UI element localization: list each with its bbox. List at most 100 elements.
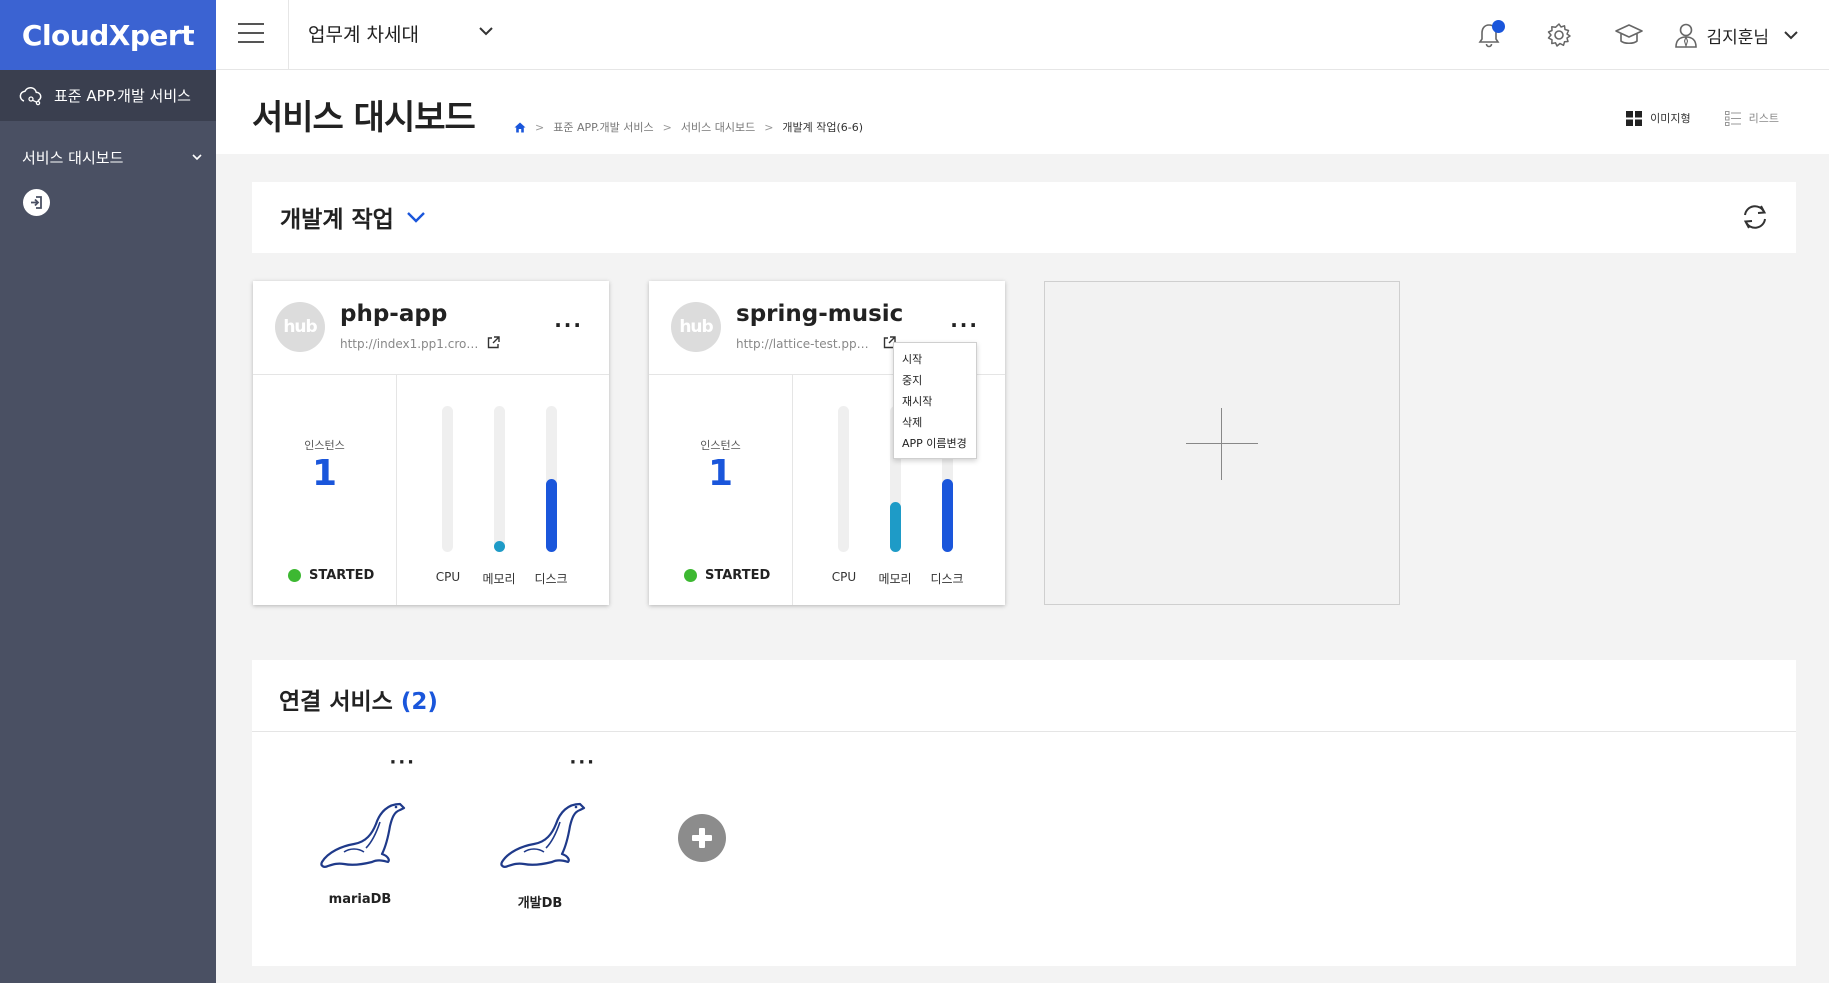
breadcrumb-separator: >: [764, 120, 774, 134]
workspace-selector[interactable]: 업무계 차세대: [308, 20, 419, 47]
service-name: mariaDB: [328, 892, 392, 907]
chevron-down-icon: [1784, 31, 1798, 40]
app-name: php-app: [340, 301, 448, 327]
view-toggle: 이미지형 리스트: [1592, 110, 1779, 126]
chevron-down-icon: [406, 212, 425, 223]
sidebar-item-label: 서비스 대시보드: [22, 148, 124, 167]
page-title: 서비스 대시보드: [252, 98, 476, 138]
graduation-cap-icon: [1615, 24, 1644, 45]
breadcrumb-separator: >: [662, 120, 672, 134]
status-label: STARTED: [309, 568, 375, 583]
external-link-icon[interactable]: [487, 336, 500, 349]
app-card-body: 인스턴스 1 STARTED CPU 메모리 디스크: [253, 375, 609, 605]
cpu-bar: [838, 406, 849, 552]
status-badge: STARTED: [288, 568, 374, 583]
plus-icon: [692, 828, 712, 848]
status-dot-icon: [288, 569, 301, 582]
add-service-button[interactable]: [678, 814, 726, 862]
more-options-button[interactable]: ···: [554, 313, 583, 337]
instances-label: 인스턴스: [700, 439, 741, 452]
memory-bar: [494, 406, 505, 552]
menu-item-stop[interactable]: 중지: [894, 370, 976, 391]
service-item[interactable]: ··· mariaDB: [300, 752, 420, 910]
gear-icon: [1548, 23, 1572, 47]
breadcrumb-item[interactable]: 서비스 대시보드: [681, 119, 755, 135]
logo[interactable]: CloudXpert: [0, 0, 216, 70]
services-title: 연결 서비스 (2): [279, 682, 438, 716]
view-image-label: 이미지형: [1650, 112, 1691, 125]
instance-section: 인스턴스 1 STARTED: [649, 375, 793, 605]
status-badge: STARTED: [684, 568, 770, 583]
view-list-label: 리스트: [1748, 112, 1779, 125]
group-selector[interactable]: 개발계 작업: [280, 200, 426, 234]
menu-item-delete[interactable]: 삭제: [894, 412, 976, 433]
page-header: 서비스 대시보드 > 표준 APP.개발 서비스 > 서비스 대시보드 > 개발…: [216, 70, 1829, 154]
status-label: STARTED: [705, 568, 771, 583]
divider: [288, 0, 289, 70]
user-name: 김지훈님: [1706, 27, 1769, 48]
list-icon: [1724, 110, 1741, 126]
more-options-button[interactable]: ···: [389, 752, 416, 773]
notification-button[interactable]: [1454, 20, 1524, 48]
disk-bar-fill: [546, 479, 557, 552]
menu-icon[interactable]: [238, 23, 264, 45]
app-card[interactable]: hub php-app http://index1.pp1.crossent.c…: [253, 281, 609, 605]
disk-bar-fill: [942, 479, 953, 552]
sidebar-service-selector[interactable]: 표준 APP.개발 서비스: [0, 70, 216, 121]
memory-bar-fill: [494, 541, 505, 552]
group-title: 개발계 작업: [280, 207, 394, 233]
disk-label: 디스크: [534, 572, 568, 586]
memory-label: 메모리: [878, 572, 912, 586]
seal-icon: [500, 802, 586, 868]
top-actions: 김지훈님: [1454, 0, 1829, 70]
grid-icon: [1626, 110, 1643, 126]
disk-bar: [546, 406, 557, 552]
instances-count: 1: [707, 453, 734, 494]
user-icon: [1675, 23, 1698, 48]
breadcrumb-current: 개발계 작업(6-6): [782, 121, 864, 134]
user-menu[interactable]: 김지훈님: [1664, 22, 1829, 48]
logout-icon: [31, 196, 42, 209]
app-url[interactable]: http://index1.pp1.crossent.com: [340, 337, 480, 351]
logout-button[interactable]: [23, 189, 50, 216]
instances-label: 인스턴스: [304, 439, 345, 452]
service-item[interactable]: ··· 개발DB: [480, 752, 600, 911]
connected-services-panel: 연결 서비스 (2) ··· mariaDB ··· 개발DB: [252, 660, 1796, 966]
cpu-label: CPU: [435, 570, 461, 584]
service-name: 개발DB: [517, 896, 563, 911]
app-context-menu: 시작 중지 재시작 삭제 APP 이름변경: [893, 342, 977, 459]
menu-item-rename[interactable]: APP 이름변경: [894, 433, 976, 454]
app-avatar: hub: [275, 302, 325, 352]
plus-icon: [1186, 443, 1258, 444]
settings-button[interactable]: [1524, 22, 1594, 48]
home-icon[interactable]: [514, 122, 526, 133]
status-dot-icon: [684, 569, 697, 582]
learning-button[interactable]: [1594, 23, 1664, 47]
more-options-button[interactable]: ···: [569, 752, 596, 773]
app-card-header: hub php-app http://index1.pp1.crossent.c…: [253, 281, 609, 375]
breadcrumb: > 표준 APP.개발 서비스 > 서비스 대시보드 > 개발계 작업(6-6): [514, 119, 863, 135]
view-list-button[interactable]: 리스트: [1724, 110, 1779, 126]
menu-item-start[interactable]: 시작: [894, 349, 976, 370]
menu-item-restart[interactable]: 재시작: [894, 391, 976, 412]
sidebar: CloudXpert 표준 APP.개발 서비스 서비스 대시보드: [0, 0, 216, 983]
view-image-button[interactable]: 이미지형: [1626, 110, 1691, 126]
breadcrumb-item[interactable]: 표준 APP.개발 서비스: [553, 119, 653, 135]
plus-icon: [1221, 408, 1222, 480]
metrics-bars: CPU 메모리 디스크: [397, 375, 609, 605]
add-app-card[interactable]: [1044, 281, 1400, 605]
instances-count: 1: [311, 453, 338, 494]
chevron-down-icon: [192, 153, 202, 160]
sidebar-item-service-dashboard[interactable]: 서비스 대시보드: [0, 129, 216, 185]
services-header: 연결 서비스 (2): [252, 660, 1796, 732]
cloud-network-icon: [19, 86, 42, 105]
sidebar-service-label: 표준 APP.개발 서비스: [54, 87, 191, 105]
group-panel: 개발계 작업: [252, 182, 1796, 253]
app-url[interactable]: http://lattice-test.pp1.crossent.com: [736, 337, 876, 351]
cpu-bar: [442, 406, 453, 552]
chevron-down-icon[interactable]: [478, 26, 494, 36]
refresh-icon[interactable]: [1740, 203, 1770, 231]
cpu-label: CPU: [831, 570, 857, 584]
disk-label: 디스크: [930, 572, 964, 586]
more-options-button[interactable]: ···: [950, 313, 979, 337]
